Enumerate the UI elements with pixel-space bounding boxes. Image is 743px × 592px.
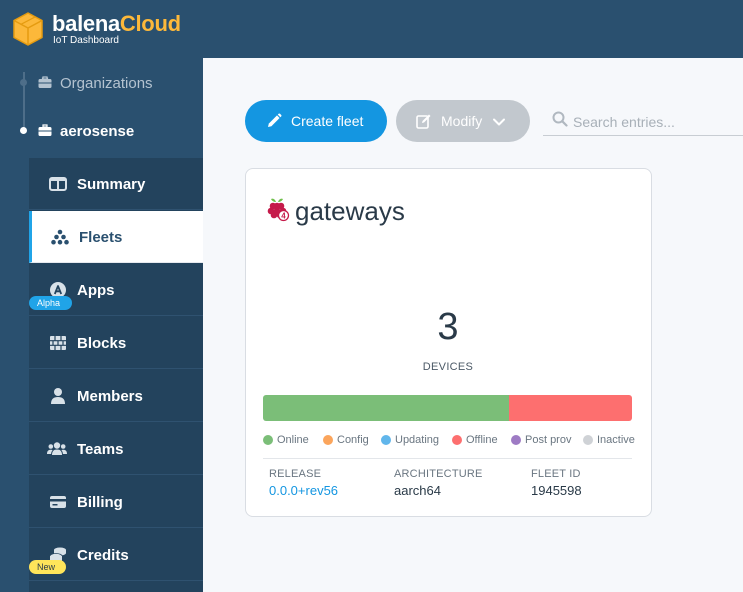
- create-fleet-label: Create fleet: [291, 113, 364, 129]
- search-icon: [552, 111, 568, 127]
- nav-label-blocks: Blocks: [77, 335, 127, 352]
- brand-subtitle: IoT Dashboard: [53, 35, 119, 46]
- architecture-heading: ARCHITECTURE: [394, 468, 483, 480]
- top-header: balenaCloud IoT Dashboard: [0, 0, 743, 58]
- device-status-bar: [263, 395, 632, 421]
- member-icon: [51, 388, 65, 404]
- legend-label: Post prov: [525, 434, 572, 446]
- nav-billing[interactable]: Billing: [29, 476, 203, 528]
- nav-teams[interactable]: Teams: [29, 423, 203, 475]
- raspberry-pi-4-icon: 4: [267, 198, 290, 222]
- nav-blocks[interactable]: Blocks: [29, 317, 203, 369]
- balena-logo-icon[interactable]: [12, 12, 44, 46]
- org-aerosense[interactable]: aerosense: [0, 112, 203, 148]
- nav-label-members: Members: [77, 388, 143, 405]
- legend-dot: [263, 435, 273, 445]
- edit-icon: [416, 114, 431, 129]
- chevron-down-icon: [493, 118, 505, 126]
- nav-summary[interactable]: Summary: [29, 158, 203, 210]
- briefcase-icon: [38, 124, 52, 136]
- legend-label: Updating: [395, 434, 440, 446]
- new-badge: New: [29, 560, 66, 574]
- legend-label: Offline: [466, 434, 498, 446]
- teams-icon: [47, 442, 67, 455]
- create-fleet-button[interactable]: Create fleet: [245, 100, 387, 142]
- nav-label-teams: Teams: [77, 441, 124, 458]
- nav-label-credits: Credits: [77, 547, 129, 564]
- status-bar-online: [263, 395, 510, 421]
- modify-label: Modify: [441, 113, 483, 129]
- fleet-id-value: 1945598: [531, 483, 582, 498]
- svg-text:4: 4: [281, 212, 286, 221]
- pencil-icon: [268, 113, 282, 127]
- devices-label: DEVICES: [422, 361, 474, 373]
- release-link[interactable]: 0.0.0+rev56: [269, 483, 338, 498]
- fleets-icon: [51, 229, 69, 245]
- organizations-link[interactable]: Organizations: [0, 64, 203, 100]
- legend-dot: [323, 435, 333, 445]
- architecture-value: aarch64: [394, 483, 441, 498]
- brand-name-part1: balena: [52, 11, 120, 36]
- legend-dot: [511, 435, 521, 445]
- nav-members[interactable]: Members: [29, 370, 203, 422]
- blocks-icon: [50, 336, 66, 350]
- device-count: 3: [437, 306, 459, 348]
- briefcase-icon: [38, 76, 52, 88]
- legend-label: Config: [337, 434, 369, 446]
- status-bar-offline: [509, 395, 632, 421]
- legend-label: Inactive: [597, 434, 635, 446]
- current-org-label: aerosense: [60, 123, 135, 140]
- modify-button[interactable]: Modify: [396, 100, 530, 142]
- nav-fleets[interactable]: Fleets: [29, 211, 203, 263]
- legend-dot: [583, 435, 593, 445]
- alpha-badge: Alpha: [29, 296, 72, 310]
- billing-icon: [50, 496, 66, 508]
- organizations-label: Organizations: [60, 75, 153, 92]
- fleet-name[interactable]: gateways: [295, 196, 405, 226]
- brand-name[interactable]: balenaCloud: [52, 12, 181, 36]
- legend-dot: [381, 435, 391, 445]
- brand-name-part2: Cloud: [119, 11, 181, 36]
- card-divider: [263, 458, 632, 459]
- search-box: [543, 108, 743, 136]
- nav-label-billing: Billing: [77, 494, 123, 511]
- fleet-id-heading: FLEET ID: [531, 468, 581, 480]
- nav-label-summary: Summary: [77, 176, 146, 193]
- legend-label: Online: [277, 434, 309, 446]
- nav-label-apps: Apps: [77, 282, 115, 299]
- search-input[interactable]: [573, 112, 743, 132]
- legend-dot: [452, 435, 462, 445]
- release-heading: RELEASE: [269, 468, 322, 480]
- nav-label-fleets: Fleets: [79, 229, 123, 246]
- summary-icon: [49, 177, 67, 191]
